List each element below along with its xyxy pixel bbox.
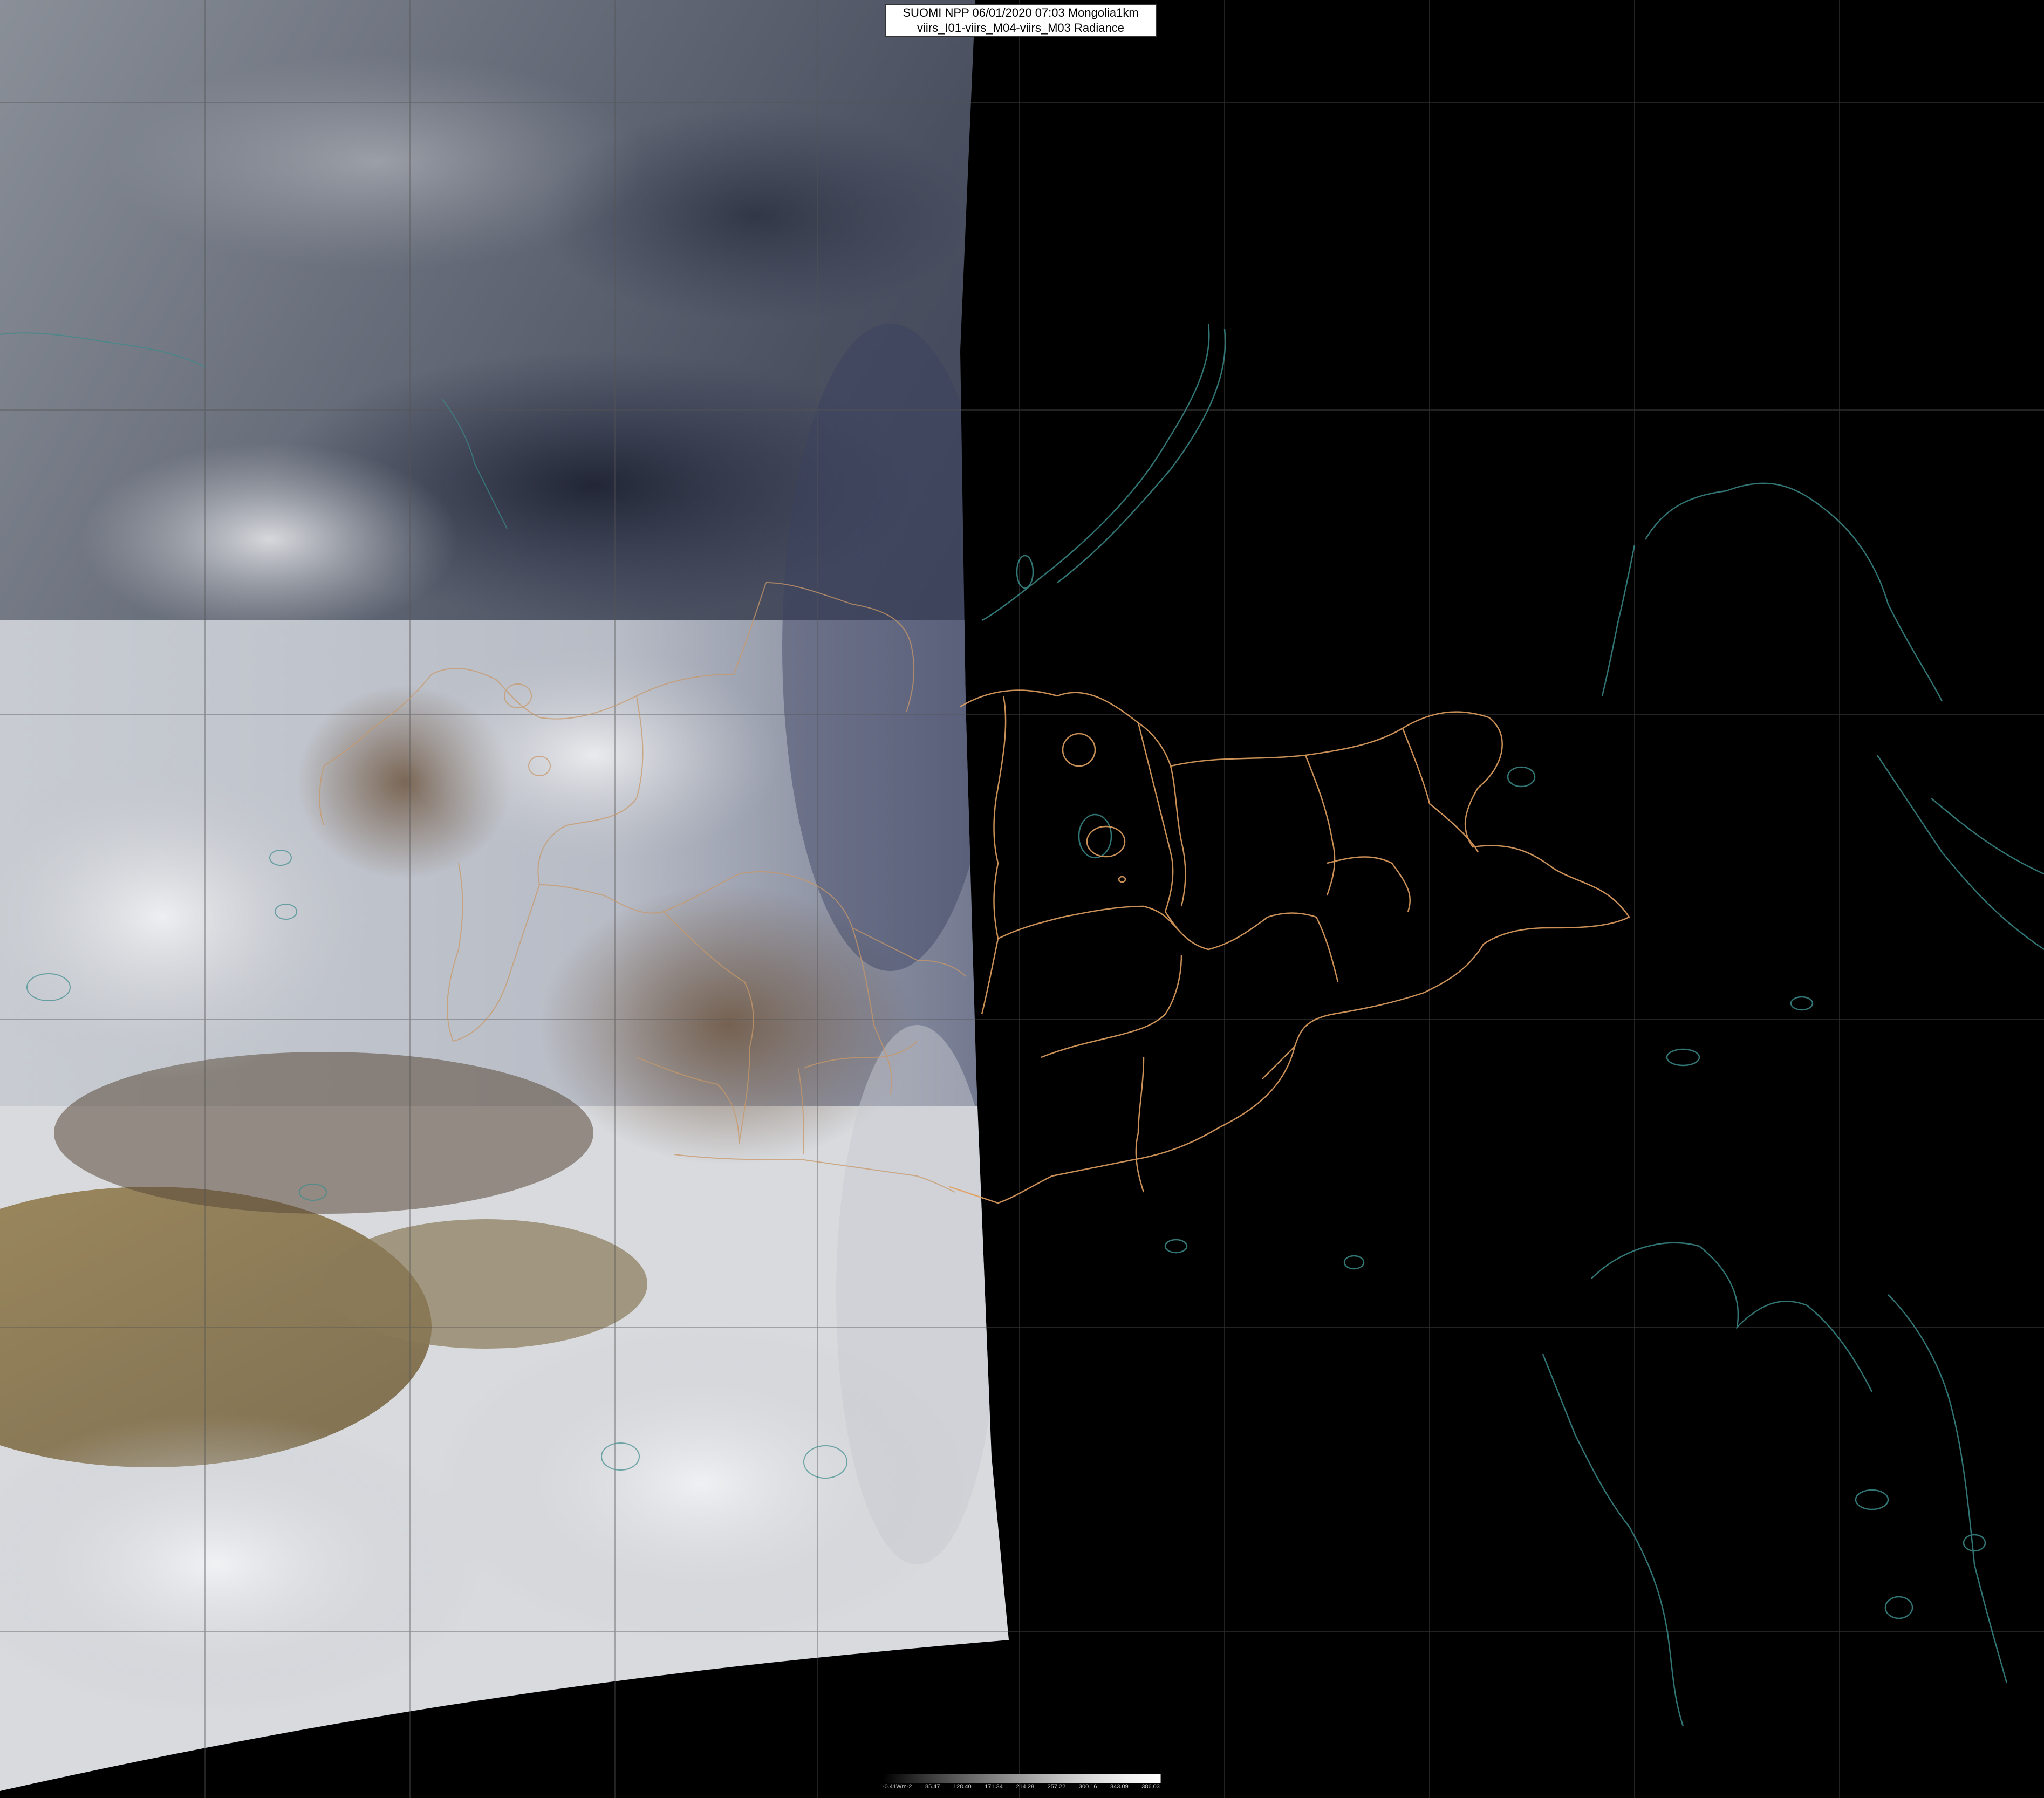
legend-tick-6: 300.16 [1078,1783,1097,1790]
legend-tick-8: 386.03 [1141,1783,1160,1790]
image-title-box: SUOMI NPP 06/01/2020 07:03 Mongolia1km v… [885,4,1157,37]
legend-tick-3: 171.34 [985,1783,1003,1790]
legend-tick-0: -0.41Wm-2 [883,1783,912,1790]
legend-tick-5: 257.22 [1047,1783,1066,1790]
satellite-map [0,0,2044,1798]
legend-tick-labels: -0.41Wm-2 85.47 128.40 171.34 214.28 257.22 30… [883,1783,1160,1790]
legend-tick-1: 85.47 [925,1783,940,1790]
legend-tick-4: 214.28 [1016,1783,1035,1790]
radiance-legend: -0.41Wm-2 85.47 128.40 171.34 214.28 257.22 30… [883,1774,1161,1795]
title-line-1: SUOMI NPP 06/01/2020 07:03 Mongolia1km [903,6,1139,19]
legend-color-bar [883,1774,1161,1783]
legend-tick-7: 343.09 [1110,1783,1129,1790]
legend-tick-2: 128.40 [953,1783,972,1790]
daylight-swath [0,0,1009,1791]
title-line-2: viirs_I01-viirs_M04-viirs_M03 Radiance [917,21,1124,35]
